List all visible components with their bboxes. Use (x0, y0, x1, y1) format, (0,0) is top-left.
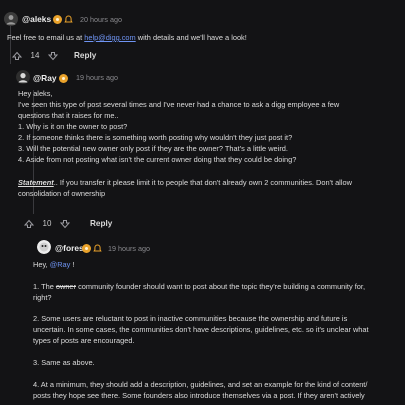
avatar-ray[interactable] (16, 70, 30, 84)
point-1-cont: right? (33, 293, 52, 302)
comment-line: I've seen this type of post several time… (18, 100, 340, 109)
statement-label: Statement (18, 178, 54, 187)
gold-badge-icon (59, 74, 68, 83)
email-link[interactable]: help@digg.com (84, 33, 135, 42)
point-4-cont: posts they hope see there. Some founders… (33, 391, 365, 400)
comment-line: 3. Will the potential new owner only pos… (18, 144, 288, 153)
username-ray[interactable]: @Ray (33, 73, 57, 83)
timestamp: 20 hours ago (80, 15, 122, 24)
greeting-line: Hey, @Ray ! (33, 260, 75, 269)
statement-line: Statement.. If you transfer it please li… (18, 178, 352, 187)
point-2-cont: types of posts are encouraged. (33, 336, 135, 345)
timestamp: 19 hours ago (108, 244, 150, 253)
vote-controls: 14 Reply (10, 48, 96, 64)
reply-button[interactable]: Reply (90, 219, 112, 229)
vote-count: 10 (42, 218, 52, 228)
vote-controls: 10 Reply (22, 216, 112, 232)
vote-count: 14 (30, 50, 40, 60)
timestamp: 19 hours ago (76, 73, 118, 82)
point-4: 4. At a minimum, they should add a descr… (33, 380, 368, 389)
point-2: 2. Some users are reluctant to post in i… (33, 314, 348, 323)
gold-badge-icon (53, 15, 62, 24)
comment-line: 4. Aside from not posting what isn't the… (18, 155, 297, 164)
point-3: 3. Same as above. (33, 358, 95, 367)
point-1: 1. The owner community founder should wa… (33, 282, 366, 291)
comment-line: Hey aleks, (18, 89, 53, 98)
downvote-icon[interactable] (46, 49, 60, 63)
user-mention[interactable]: @Ray (50, 260, 71, 269)
comment-line: 2. If someone thinks there is something … (18, 133, 293, 142)
comment-line: questions that it raises for me.. (18, 111, 119, 120)
point-2-cont: uncertain. In some cases, the communitie… (33, 325, 369, 334)
upvote-icon[interactable] (22, 217, 36, 231)
gold-badge-icon (82, 244, 91, 253)
downvote-icon[interactable] (58, 217, 72, 231)
comment-body: Feel free to email us at help@digg.com w… (7, 33, 247, 42)
reply-button[interactable]: Reply (74, 51, 96, 61)
statement-line: consolidation of ownership (18, 189, 106, 198)
comment-line: 1. Why is it on the owner to post? (18, 122, 128, 131)
bell-badge-icon (64, 15, 73, 24)
avatar-forest[interactable] (37, 240, 51, 254)
username-aleks[interactable]: @aleks (22, 14, 51, 24)
upvote-icon[interactable] (10, 49, 24, 63)
avatar-aleks[interactable] (4, 12, 18, 26)
bell-badge-icon (93, 244, 102, 253)
